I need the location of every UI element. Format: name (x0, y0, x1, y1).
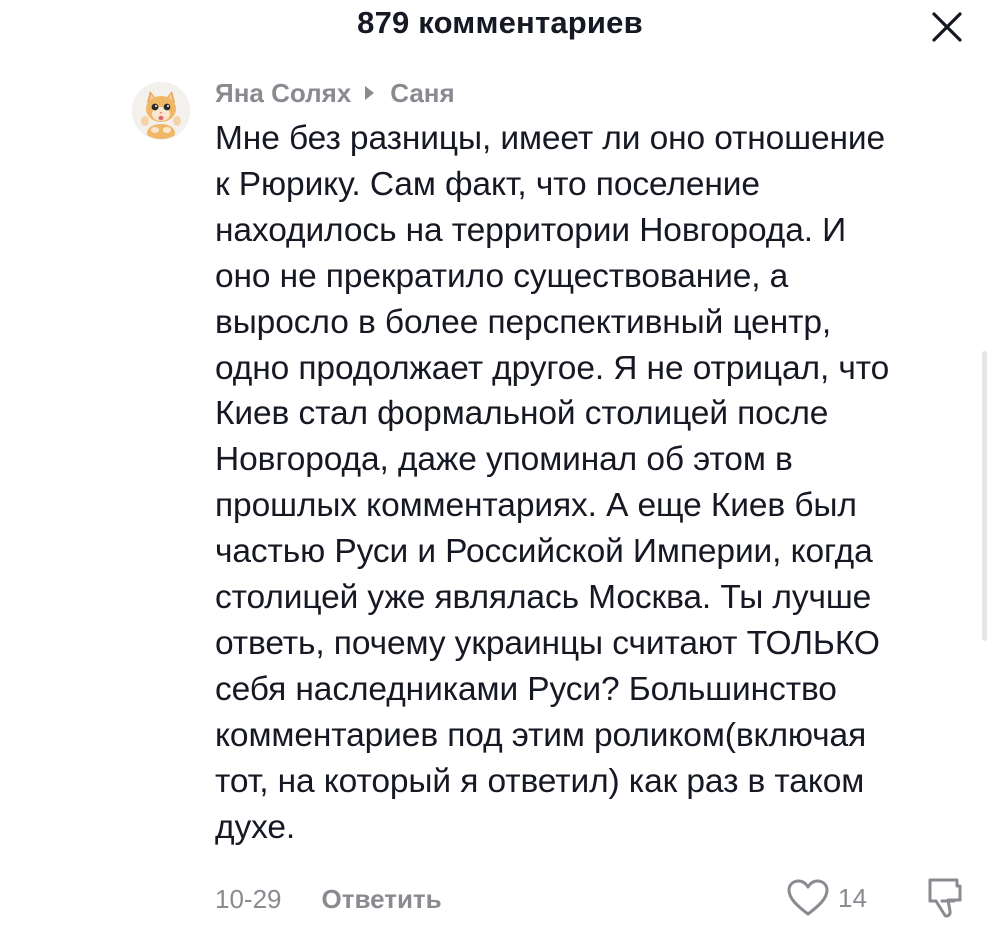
scrollbar[interactable] (982, 351, 987, 641)
avatar[interactable] (133, 83, 189, 139)
triangle-right-icon (365, 86, 375, 100)
comment-meta: Яна Солях Саня (215, 76, 455, 110)
cat-avatar-icon (133, 83, 189, 139)
close-icon[interactable] (930, 10, 964, 44)
comment-text: Мне без разницы, имеет ли оно отношение … (215, 120, 890, 846)
like-count: 14 (838, 882, 867, 913)
comment-date: 10-29 (215, 883, 282, 914)
comment-footer: 10-29 Ответить (215, 878, 442, 920)
heart-icon (787, 879, 829, 916)
author-name[interactable]: Яна Солях (215, 78, 351, 109)
comments-count-title: 879 комментариев (357, 5, 643, 40)
like-button[interactable]: 14 (786, 876, 867, 920)
dislike-icon[interactable] (922, 876, 968, 922)
reply-to-name[interactable]: Саня (390, 78, 454, 109)
reply-button[interactable]: Ответить (322, 884, 442, 915)
